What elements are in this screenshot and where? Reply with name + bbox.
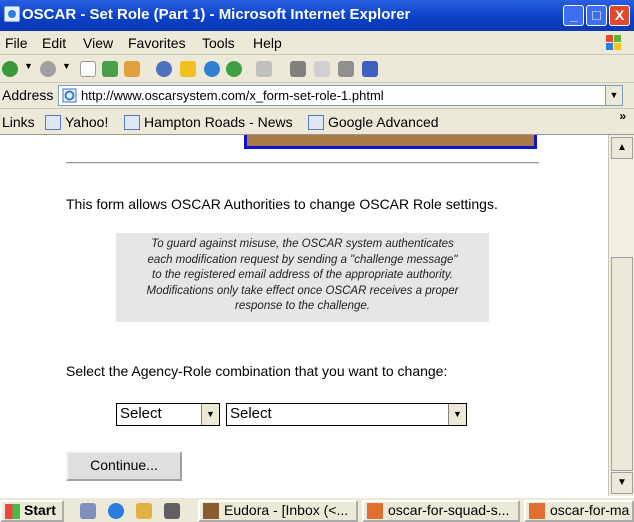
menu-edit[interactable]: Edit: [42, 35, 66, 51]
toolbar: ▼ ▼: [0, 55, 634, 83]
back-dropdown-icon[interactable]: ▼: [24, 61, 40, 77]
title-bar: OSCAR - Set Role (Part 1) - Microsoft In…: [0, 0, 634, 31]
continue-button[interactable]: Continue...: [66, 451, 182, 481]
back-icon[interactable]: [2, 61, 18, 77]
close-button[interactable]: X: [609, 5, 630, 26]
edit-icon[interactable]: [314, 61, 330, 77]
link-page-icon: [124, 115, 140, 130]
task-eudora-label: Eudora - [Inbox (<...: [224, 502, 349, 518]
document-icon: [367, 503, 383, 519]
document-icon: [529, 503, 545, 519]
notice-line: each modification request by sending a "…: [147, 253, 458, 266]
quicklaunch-ie-icon[interactable]: [108, 503, 124, 519]
chevron-down-icon: ▼: [448, 404, 466, 425]
security-notice: To guard against misuse, the OSCAR syste…: [116, 233, 489, 322]
intro-text: This form allows OSCAR Authorities to ch…: [66, 196, 498, 212]
agency-select[interactable]: Select ▼: [116, 403, 220, 426]
link-yahoo-label: Yahoo!: [65, 114, 109, 130]
search-icon[interactable]: [156, 61, 172, 77]
forward-icon[interactable]: [40, 61, 56, 77]
divider: [66, 162, 539, 164]
link-hampton-roads[interactable]: Hampton Roads - News: [124, 114, 293, 130]
print-icon[interactable]: [290, 61, 306, 77]
window-title: OSCAR - Set Role (Part 1) - Microsoft In…: [22, 6, 411, 23]
forward-dropdown-icon[interactable]: ▼: [62, 61, 78, 77]
stop-icon[interactable]: [80, 61, 96, 77]
role-select-value: Select: [230, 405, 272, 422]
vertical-scrollbar[interactable]: ▲ ▼: [608, 135, 634, 496]
address-dropdown-icon[interactable]: ▼: [605, 86, 622, 105]
windows-flag-icon: [5, 504, 20, 519]
mail-icon[interactable]: [256, 61, 272, 77]
media-icon[interactable]: [204, 61, 220, 77]
page-icon: [62, 88, 77, 103]
quicklaunch-desktop-show-icon[interactable]: [164, 503, 180, 519]
task-eudora[interactable]: Eudora - [Inbox (<...: [198, 500, 358, 522]
address-bar: Address http://www.oscarsystem.com/x_for…: [0, 83, 634, 109]
ie-app-icon: [4, 6, 20, 22]
address-label: Address: [2, 87, 54, 103]
role-select[interactable]: Select ▼: [226, 403, 467, 426]
selection-prompt: Select the Agency-Role combination that …: [66, 363, 448, 379]
messenger-icon[interactable]: [362, 61, 378, 77]
taskbar: Start Eudora - [Inbox (<... oscar-for-sq…: [0, 496, 634, 522]
quicklaunch-folder-icon[interactable]: [136, 503, 152, 519]
favorites-icon[interactable]: [180, 61, 196, 77]
notice-line: to the registered email address of the a…: [152, 269, 453, 281]
header-image: [244, 135, 537, 149]
link-page-icon: [45, 115, 61, 130]
link-google-advanced[interactable]: Google Advanced: [308, 114, 439, 130]
windows-logo-icon: [606, 35, 621, 50]
notice-line: To guard against misuse, the OSCAR syste…: [151, 238, 454, 250]
links-bar: Links Yahoo! Hampton Roads - News Google…: [0, 109, 634, 135]
task-oscar-squad[interactable]: oscar-for-squad-s...: [362, 500, 520, 522]
history-icon[interactable]: [226, 61, 242, 77]
menu-help[interactable]: Help: [253, 35, 282, 51]
discuss-icon[interactable]: [338, 61, 354, 77]
agency-select-value: Select: [120, 405, 162, 422]
link-google-advanced-label: Google Advanced: [328, 114, 439, 130]
links-more-chevron-icon[interactable]: »: [619, 109, 626, 123]
start-label: Start: [24, 502, 56, 518]
scroll-up-icon[interactable]: ▲: [611, 137, 633, 159]
address-url: http://www.oscarsystem.com/x_form-set-ro…: [81, 88, 384, 103]
home-icon[interactable]: [124, 61, 140, 77]
chevron-down-icon: ▼: [201, 404, 219, 425]
page-content: This form allows OSCAR Authorities to ch…: [0, 135, 608, 496]
refresh-icon[interactable]: [102, 61, 118, 77]
menu-favorites[interactable]: Favorites: [128, 35, 186, 51]
links-label: Links: [2, 114, 35, 130]
menu-view[interactable]: View: [83, 35, 113, 51]
scroll-down-icon[interactable]: ▼: [611, 472, 633, 494]
task-oscar-squad-label: oscar-for-squad-s...: [388, 502, 510, 518]
task-oscar-ma-label: oscar-for-ma: [550, 502, 630, 518]
quicklaunch-desktop-icon[interactable]: [80, 503, 96, 519]
link-page-icon: [308, 115, 324, 130]
notice-line: response to the challenge.: [235, 300, 370, 312]
link-yahoo[interactable]: Yahoo!: [45, 114, 108, 130]
address-input[interactable]: http://www.oscarsystem.com/x_form-set-ro…: [58, 85, 623, 106]
menu-file[interactable]: File: [5, 35, 28, 51]
scrollbar-thumb[interactable]: [611, 257, 633, 471]
task-oscar-ma[interactable]: oscar-for-ma: [524, 500, 634, 522]
minimize-button[interactable]: _: [563, 5, 584, 26]
link-hampton-roads-label: Hampton Roads - News: [144, 114, 293, 130]
notice-line: Modifications only take effect once OSCA…: [146, 284, 459, 297]
eudora-icon: [203, 503, 219, 519]
menu-bar: File Edit View Favorites Tools Help: [0, 31, 634, 55]
start-button[interactable]: Start: [0, 500, 64, 522]
maximize-button[interactable]: □: [586, 5, 607, 26]
menu-tools[interactable]: Tools: [202, 35, 235, 51]
